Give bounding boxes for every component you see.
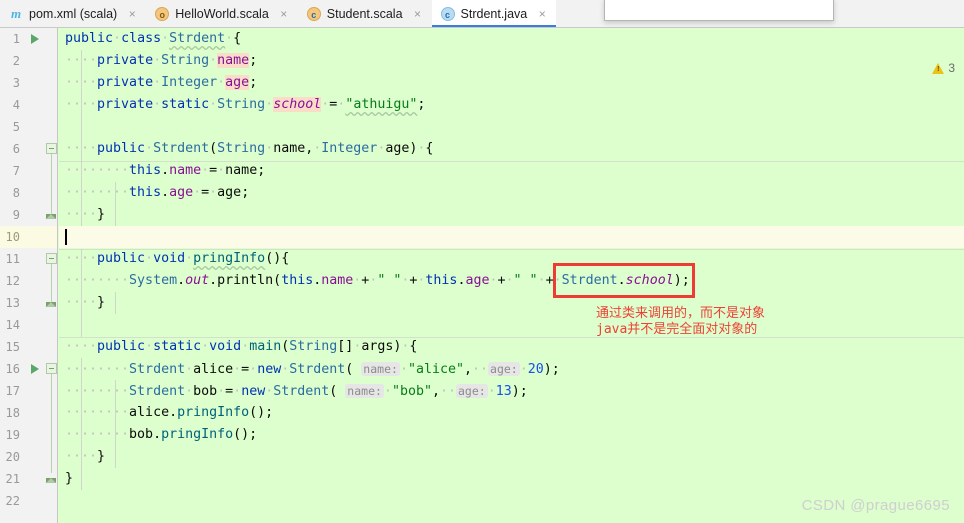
line-number: 7 xyxy=(12,164,20,178)
line-number: 2 xyxy=(12,54,20,68)
line-number: 6 xyxy=(12,142,20,156)
run-class-icon[interactable] xyxy=(31,34,39,44)
line-number: 11 xyxy=(5,252,20,266)
indent-guide xyxy=(115,292,116,314)
line-number: 17 xyxy=(5,384,20,398)
close-icon[interactable]: × xyxy=(412,8,424,20)
tab-pom-xml[interactable]: m pom.xml (scala) × xyxy=(0,0,147,27)
line-number: 4 xyxy=(12,98,20,112)
code-line-19[interactable]: ········bob.pringInfo(); xyxy=(65,424,257,446)
line-number: 12 xyxy=(5,274,20,288)
code-line-11[interactable]: ····public·void·pringInfo(){ xyxy=(65,248,289,270)
fold-end-icon-constructor[interactable] xyxy=(46,209,57,220)
fold-end-icon-main[interactable] xyxy=(46,473,57,484)
code-line-6[interactable]: ····public·Strdent(String·name,·Integer·… xyxy=(65,138,433,160)
scala-object-icon: o xyxy=(155,6,170,21)
tab-label: Strdent.java xyxy=(460,6,528,21)
close-icon[interactable]: × xyxy=(126,8,138,20)
line-number: 5 xyxy=(12,120,20,134)
code-line-18[interactable]: ········alice.pringInfo(); xyxy=(65,402,273,424)
param-hint-age: age: xyxy=(488,362,520,376)
text-caret xyxy=(65,229,67,245)
param-hint-name: name: xyxy=(361,362,400,376)
tab-label: Student.scala xyxy=(326,6,403,21)
line-number: 22 xyxy=(5,494,20,508)
annotation-note-line-1: 通过类来调用的，而不是对象 xyxy=(596,306,766,321)
line-number: 20 xyxy=(5,450,20,464)
fold-icon-main[interactable] xyxy=(46,363,57,374)
line-number: 8 xyxy=(12,186,20,200)
ide-window: m pom.xml (scala) × o HelloWorld.scala ×… xyxy=(0,0,964,523)
fold-range-constructor xyxy=(51,154,52,215)
line-number: 10 xyxy=(5,230,20,244)
tab-label: pom.xml (scala) xyxy=(29,6,118,21)
code-content[interactable]: public·class·Strdent·{ ····private·Strin… xyxy=(59,28,964,523)
run-main-icon[interactable] xyxy=(31,364,39,374)
param-hint-name: name: xyxy=(345,384,384,398)
tab-helloworld-scala[interactable]: o HelloWorld.scala × xyxy=(146,0,298,27)
code-editor[interactable]: 1 2 3 4 5 6 7 8 9 10 11 12 13 14 15 16 1… xyxy=(0,28,964,523)
fold-end-icon-pringinfo[interactable] xyxy=(46,297,57,308)
line-number: 15 xyxy=(5,340,20,354)
line-number: 14 xyxy=(5,318,20,332)
fold-icon-pringinfo[interactable] xyxy=(46,253,57,264)
code-line-17[interactable]: ········Strdent·bob·=·new·Strdent( name:… xyxy=(65,380,528,402)
annotation-note-line-2: java并不是完全面对对象的 xyxy=(596,322,758,337)
code-line-16[interactable]: ········Strdent·alice·=·new·Strdent( nam… xyxy=(65,358,560,380)
current-line-highlight xyxy=(59,226,964,248)
line-number: 21 xyxy=(5,472,20,486)
code-line-4[interactable]: ····private·static·String·school·=·"athu… xyxy=(65,94,425,116)
tab-student-scala[interactable]: c Student.scala × xyxy=(297,0,432,27)
warning-count: 3 xyxy=(948,61,955,75)
line-number: 13 xyxy=(5,296,20,310)
fold-range-main xyxy=(51,374,52,473)
watermark: CSDN @prague6695 xyxy=(801,497,950,514)
code-line-12[interactable]: ········System.out.println(this.name·+·"… xyxy=(65,270,690,292)
tab-strdent-java[interactable]: c Strdent.java × xyxy=(431,0,557,27)
code-line-1[interactable]: public·class·Strdent·{ xyxy=(65,28,241,50)
code-line-9[interactable]: ····} xyxy=(65,204,105,226)
line-number: 1 xyxy=(12,32,20,46)
line-number: 9 xyxy=(12,208,20,222)
code-line-13[interactable]: ····} xyxy=(65,292,105,314)
warning-triangle-icon xyxy=(932,62,945,74)
scala-class-icon: c xyxy=(306,6,321,21)
code-line-7[interactable]: ········this.name·=·name; xyxy=(65,160,265,182)
line-number: 16 xyxy=(5,362,20,376)
close-icon[interactable]: × xyxy=(278,8,290,20)
param-hint-age: age: xyxy=(456,384,488,398)
close-icon[interactable]: × xyxy=(536,8,548,20)
line-number: 18 xyxy=(5,406,20,420)
editor-gutter[interactable]: 1 2 3 4 5 6 7 8 9 10 11 12 13 14 15 16 1… xyxy=(0,28,58,523)
line-number: 19 xyxy=(5,428,20,442)
inspection-widget[interactable]: 3 xyxy=(932,61,955,75)
fold-icon-constructor[interactable] xyxy=(46,143,57,154)
code-line-2[interactable]: ····private·String·name; xyxy=(65,50,257,72)
code-line-21[interactable]: } xyxy=(65,468,73,490)
java-class-icon: c xyxy=(440,6,455,21)
maven-icon: m xyxy=(10,5,22,21)
line-number: 3 xyxy=(12,76,20,90)
floating-popup-panel xyxy=(604,0,834,21)
code-line-8[interactable]: ········this.age·=·age; xyxy=(65,182,249,204)
code-line-20[interactable]: ····} xyxy=(65,446,105,468)
code-line-3[interactable]: ····private·Integer·age; xyxy=(65,72,257,94)
code-line-15[interactable]: ····public·static·void·main(String[]·arg… xyxy=(65,336,417,358)
tab-label: HelloWorld.scala xyxy=(175,6,269,21)
